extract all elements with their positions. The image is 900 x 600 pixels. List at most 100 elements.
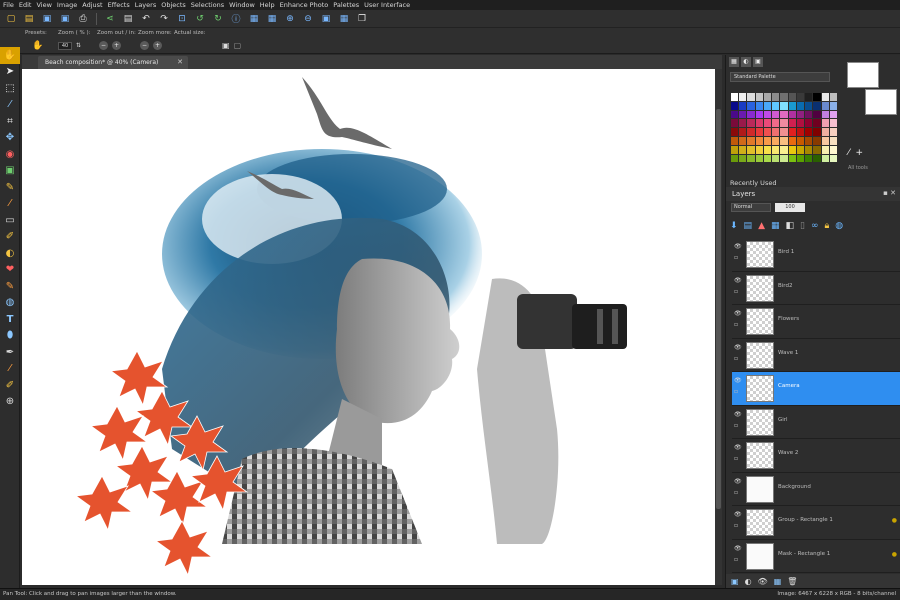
color-swatch[interactable] (796, 145, 805, 154)
color-swatch[interactable] (739, 145, 747, 154)
scratch-icon[interactable]: ⁄ (0, 196, 20, 213)
menu-objects[interactable]: Objects (161, 1, 186, 9)
fit-window-icon[interactable]: ▢ (234, 41, 242, 50)
opacity-field[interactable]: 100 (775, 203, 805, 212)
color-swatch[interactable] (772, 154, 780, 163)
color-swatch[interactable] (805, 119, 813, 128)
color-swatch[interactable] (763, 110, 772, 119)
layer-lock-icon[interactable]: ▫ (734, 254, 738, 261)
layer-delete-icon[interactable]: 🗑︎ (787, 577, 797, 586)
document-tab[interactable]: Beach composition* @ 40% (Camera) ✕ (38, 56, 188, 69)
color-swatch[interactable] (788, 154, 796, 163)
close-icon[interactable]: ✕ (177, 56, 183, 69)
color-swatch[interactable] (796, 128, 805, 136)
color-swatch[interactable] (747, 128, 755, 136)
color-swatch[interactable] (821, 93, 829, 101)
color-swatch[interactable] (747, 110, 755, 119)
color-swatch[interactable] (731, 136, 739, 145)
adjust-layer-icon[interactable]: ▲ (758, 221, 765, 231)
zoom-spinner-icon[interactable]: ⇅ (76, 42, 81, 49)
color-swatch[interactable] (747, 119, 755, 128)
layer-lock-icon[interactable]: ▫ (734, 455, 738, 462)
color-swatch[interactable] (788, 110, 796, 119)
color-swatch[interactable] (821, 136, 829, 145)
color-swatch[interactable] (772, 136, 780, 145)
layer-lock-icon[interactable]: ▫ (734, 556, 738, 563)
visibility-icon[interactable]: 👁︎ (734, 545, 742, 552)
actual-size-icon[interactable]: ▣ (222, 41, 230, 50)
add-icon[interactable]: ⊕ (0, 394, 20, 411)
color-swatch[interactable] (739, 128, 747, 136)
color-swatch[interactable] (829, 145, 837, 154)
blend-mode-select[interactable]: Normal (731, 203, 771, 212)
color-swatch[interactable] (739, 93, 747, 101)
color-swatch[interactable] (821, 154, 829, 163)
color-swatch[interactable] (780, 145, 788, 154)
new-layer-icon[interactable]: ⬇ (730, 221, 738, 231)
layer-row[interactable]: 👁︎ ▫ Flowers (732, 305, 900, 339)
color-swatch[interactable] (821, 110, 829, 119)
menu-selections[interactable]: Selections (191, 1, 224, 9)
resize-icon[interactable]: ▦ (265, 12, 279, 26)
color-swatch[interactable] (731, 154, 739, 163)
color-swatch[interactable] (813, 93, 821, 101)
visibility-icon[interactable]: 👁︎ (734, 277, 742, 284)
panel-controls-icon[interactable]: ▪ ✕ (883, 189, 896, 197)
layer-row[interactable]: 👁︎ ▫ Wave 2 (732, 439, 900, 473)
layer-style-icon[interactable]: ◐ (745, 577, 752, 586)
color-swatch[interactable] (813, 119, 821, 128)
layer-lock-icon[interactable]: ▫ (734, 288, 738, 295)
eraser-icon[interactable]: ▭ (0, 212, 20, 229)
color-swatch[interactable] (763, 145, 772, 154)
menu-user-interface[interactable]: User Interface (364, 1, 410, 9)
selection-icon[interactable]: ⬚ (0, 80, 20, 97)
menu-image[interactable]: Image (57, 1, 77, 9)
menu-adjust[interactable]: Adjust (82, 1, 102, 9)
palette-dropdown[interactable]: Standard Palette (730, 72, 830, 82)
layer-visibility-icon[interactable]: 👁︎ (758, 577, 768, 586)
color-swatch[interactable] (813, 136, 821, 145)
layer-new-icon[interactable]: ▣ (731, 577, 739, 586)
color-swatch[interactable] (821, 128, 829, 136)
foreground-color[interactable] (847, 62, 879, 88)
image-canvas[interactable] (22, 69, 722, 585)
layer-row[interactable]: 👁︎ ▫ Bird 1 (732, 238, 900, 272)
info-icon[interactable]: ⓘ (229, 12, 243, 26)
color-swatch[interactable] (796, 101, 805, 110)
color-swatch[interactable] (813, 128, 821, 136)
visibility-icon[interactable]: 👁︎ (734, 478, 742, 485)
color-swatch[interactable] (747, 93, 755, 101)
color-swatch[interactable] (788, 128, 796, 136)
pan-icon[interactable]: ✋ (0, 47, 20, 64)
retouch-icon[interactable]: ❤ (0, 262, 20, 279)
color-swatch[interactable] (772, 119, 780, 128)
color-swatch[interactable] (805, 101, 813, 110)
clone-icon[interactable]: ✎ (0, 179, 20, 196)
text-icon[interactable]: T (0, 311, 20, 328)
color-swatch[interactable] (788, 119, 796, 128)
redo-icon[interactable]: ↷ (157, 12, 171, 26)
color-swatch[interactable] (829, 128, 837, 136)
presets-control[interactable]: ✋ (32, 41, 43, 51)
menu-help[interactable]: Help (260, 1, 275, 9)
save-as-icon[interactable]: ▣ (58, 12, 72, 26)
color-swatch[interactable] (755, 101, 763, 110)
menu-enhance-photo[interactable]: Enhance Photo (280, 1, 329, 9)
color-swatch[interactable] (780, 136, 788, 145)
layer-lock-icon[interactable]: ▫ (734, 321, 738, 328)
visibility-icon[interactable]: 👁︎ (734, 344, 742, 351)
color-swatch[interactable] (747, 154, 755, 163)
rotate-right-icon[interactable]: ↻ (211, 12, 225, 26)
color-swatch[interactable] (829, 154, 837, 163)
color-swatch[interactable] (739, 136, 747, 145)
color-swatch[interactable] (739, 154, 747, 163)
color-swatch[interactable] (829, 110, 837, 119)
paint-icon[interactable]: ✎ (0, 278, 20, 295)
color-swatch[interactable] (763, 93, 772, 101)
open-icon[interactable]: ▤ (22, 12, 36, 26)
menu-layers[interactable]: Layers (135, 1, 157, 9)
menu-palettes[interactable]: Palettes (333, 1, 359, 9)
color-swatch[interactable] (755, 110, 763, 119)
color-swatch[interactable] (763, 101, 772, 110)
color-swatch[interactable] (747, 101, 755, 110)
